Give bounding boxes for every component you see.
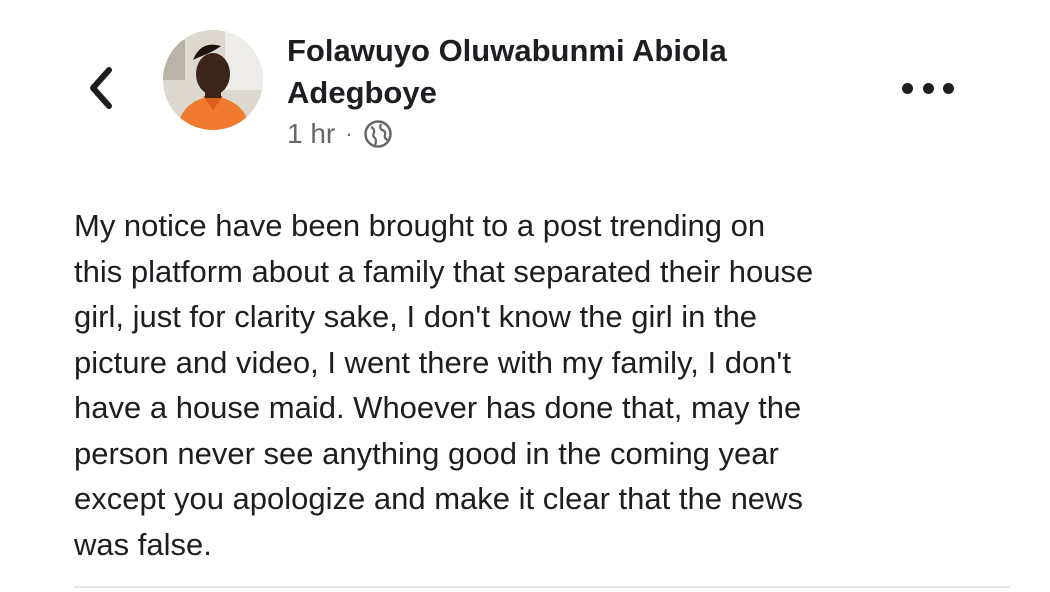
meta-separator: · xyxy=(345,121,353,146)
back-button[interactable] xyxy=(82,64,122,112)
divider xyxy=(74,586,1010,588)
author-name[interactable]: Folawuyo Oluwabunmi Abiola Adegboye xyxy=(287,30,847,114)
more-horizontal-icon xyxy=(902,82,913,94)
post-text: My notice have been brought to a post tr… xyxy=(74,208,814,562)
post-meta: 1 hr · xyxy=(287,118,393,150)
chevron-left-icon xyxy=(90,67,112,109)
avatar[interactable] xyxy=(163,30,263,130)
post-timestamp[interactable]: 1 hr xyxy=(287,118,335,150)
avatar-image xyxy=(163,30,263,130)
more-options-button[interactable] xyxy=(902,76,954,100)
globe-icon[interactable] xyxy=(363,119,393,149)
